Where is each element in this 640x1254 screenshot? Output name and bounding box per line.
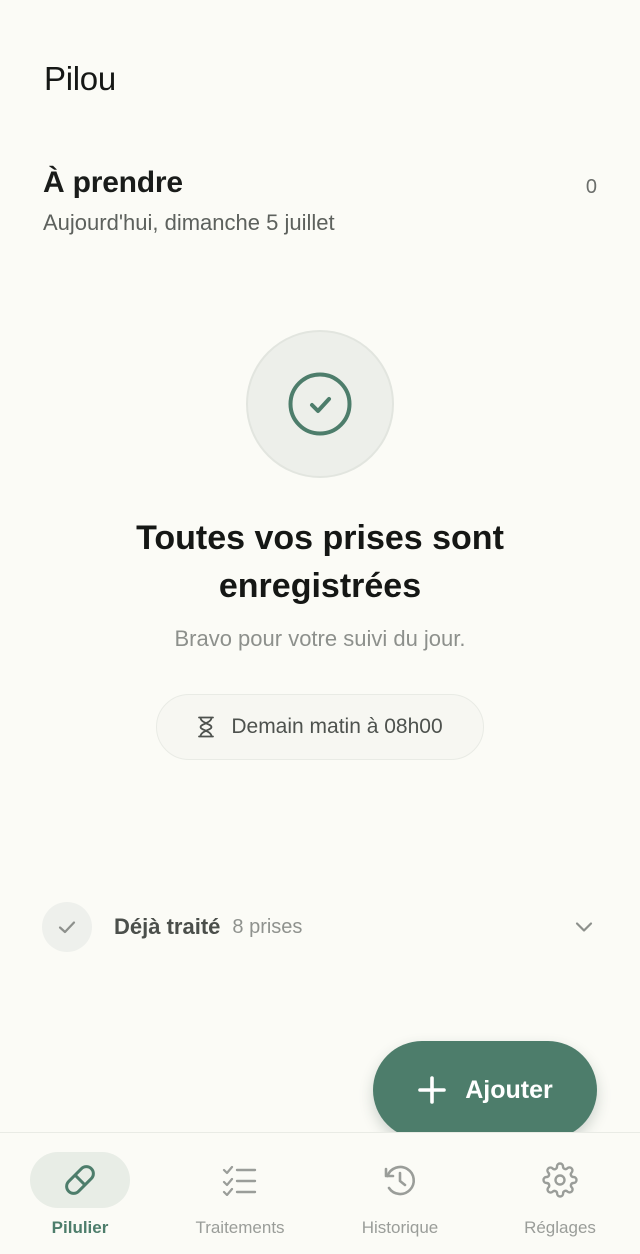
- add-button-label: Ajouter: [465, 1075, 553, 1104]
- nav-item-reglages[interactable]: Réglages: [480, 1133, 640, 1254]
- next-dose-label: Demain matin à 08h00: [231, 715, 443, 738]
- hourglass-icon: [198, 716, 215, 738]
- nav-icon-wrap: [190, 1152, 290, 1208]
- empty-state-title: Toutes vos prises sont enregistrées: [0, 514, 640, 610]
- add-button[interactable]: Ajouter: [373, 1041, 597, 1139]
- nav-icon-wrap: [30, 1152, 130, 1208]
- nav-label: Traitements: [195, 1218, 285, 1237]
- completed-illustration: [246, 330, 394, 478]
- nav-label: Historique: [361, 1218, 439, 1237]
- next-dose-pill: Demain matin à 08h00: [156, 694, 484, 760]
- already-treated-count: 8 prises: [232, 915, 303, 938]
- checklist-icon: [222, 1165, 257, 1196]
- pill-icon: [65, 1165, 95, 1195]
- empty-state-subtitle: Bravo pour votre suivi du jour.: [174, 626, 466, 651]
- empty-state-title-line1: Toutes vos prises sont: [136, 519, 504, 557]
- nav-item-traitements[interactable]: Traitements: [160, 1133, 320, 1254]
- nav-item-historique[interactable]: Historique: [320, 1133, 480, 1254]
- pending-count: 0: [585, 176, 597, 198]
- gear-icon: [542, 1162, 578, 1198]
- history-icon: [384, 1165, 415, 1196]
- section-header: À prendre 0 Aujourd'hui, dimanche 5 juil…: [43, 166, 597, 236]
- app-title: Pilou: [44, 60, 116, 97]
- nav-item-pilulier[interactable]: Pilulier: [0, 1133, 160, 1254]
- section-title: À prendre: [43, 166, 183, 199]
- plus-icon: [418, 1076, 447, 1104]
- nav-label: Réglages: [524, 1218, 596, 1237]
- nav-label: Pilulier: [51, 1218, 109, 1237]
- already-treated-label: Déjà traité: [114, 914, 221, 939]
- check-circle-icon: [288, 372, 352, 436]
- nav-icon-wrap: [350, 1152, 450, 1208]
- bottom-nav: Pilulier Traitements Historique Réglages: [0, 1132, 640, 1254]
- check-icon: [58, 921, 76, 934]
- already-treated-toggle[interactable]: Déjà traité 8 prises: [42, 902, 598, 952]
- empty-state-title-line2: enregistrées: [218, 567, 422, 605]
- chevron-down-icon[interactable]: [574, 921, 594, 933]
- treated-status: [42, 902, 92, 952]
- nav-icon-wrap: [510, 1152, 610, 1208]
- section-date: Aujourd'hui, dimanche 5 juillet: [43, 210, 335, 235]
